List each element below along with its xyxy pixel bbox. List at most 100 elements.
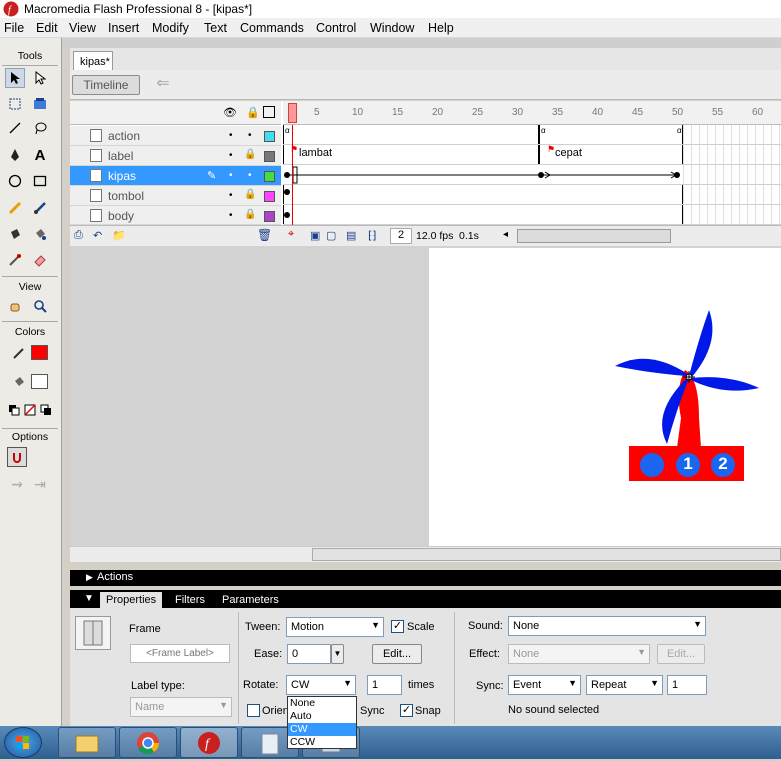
selection-tool-icon[interactable] (5, 68, 25, 88)
label-type-select[interactable]: Name ▼ (130, 697, 232, 717)
layer-color-swatch[interactable] (264, 131, 275, 142)
paint-bucket-tool-icon[interactable] (30, 224, 50, 244)
line-tool-icon[interactable] (5, 118, 25, 138)
button-label-2[interactable]: 2 (716, 454, 730, 474)
sound-select[interactable]: None ▼ (508, 616, 706, 636)
lock-dot[interactable]: • (248, 130, 252, 141)
tween-select[interactable]: Motion ▼ (286, 617, 384, 637)
menu-text[interactable]: Text (204, 21, 227, 35)
ease-slider-arrow-icon[interactable]: ▼ (331, 644, 344, 664)
lock-icon[interactable]: 🔒 (246, 106, 260, 119)
visibility-dot[interactable]: • (229, 190, 233, 201)
swap-colors-icon[interactable] (36, 400, 56, 420)
layer-color-swatch[interactable] (264, 211, 275, 222)
fill-color-swatch[interactable] (31, 374, 48, 389)
fill-transform-tool-icon[interactable] (30, 94, 50, 114)
layer-color-swatch[interactable] (264, 151, 275, 162)
visibility-dot[interactable]: • (229, 170, 233, 181)
stroke-color-swatch[interactable] (31, 345, 48, 360)
lock-icon[interactable]: 🔒 (244, 189, 256, 200)
eyedropper-tool-icon[interactable] (5, 250, 25, 270)
repeat-count-input[interactable]: 1 (667, 675, 707, 695)
menu-commands[interactable]: Commands (240, 21, 304, 35)
onion-outline-icon[interactable]: ▢ (326, 229, 336, 242)
actions-panel-bar[interactable]: ▶ Actions (70, 570, 781, 586)
rectangle-tool-icon[interactable] (30, 171, 50, 191)
menu-help[interactable]: Help (428, 21, 454, 35)
trash-icon[interactable]: 🗑 (257, 228, 272, 242)
add-motion-guide-icon[interactable]: ↶ (93, 229, 102, 242)
layer-action[interactable]: action • • (70, 126, 281, 146)
layer-label[interactable]: label • 🔒 (70, 146, 281, 166)
eye-icon[interactable]: 👁 (223, 106, 237, 119)
effect-select[interactable]: None ▼ (508, 644, 650, 664)
tab-properties[interactable]: Properties (100, 592, 163, 608)
menu-modify[interactable]: Modify (152, 21, 189, 35)
frame-label-input[interactable] (130, 644, 230, 663)
stage[interactable]: 1 2 (429, 248, 781, 546)
menu-edit[interactable]: Edit (36, 21, 58, 35)
outline-icon[interactable] (263, 106, 275, 118)
ease-edit-button[interactable]: Edit... (372, 644, 422, 664)
rotate-option-ccw[interactable]: CCW (288, 736, 356, 749)
stage-hscrollbar[interactable] (70, 546, 781, 562)
menu-insert[interactable]: Insert (108, 21, 139, 35)
onion-markers-icon[interactable]: ⁅⁆ (368, 229, 377, 242)
menu-window[interactable]: Window (370, 21, 414, 35)
subselection-tool-icon[interactable] (30, 68, 50, 88)
text-tool-icon[interactable]: A (30, 145, 50, 165)
sync-repeat-select[interactable]: Repeat ▼ (586, 675, 663, 695)
scroll-left-arrow-icon[interactable]: ◂ (503, 229, 508, 240)
ease-input[interactable]: 0 (287, 644, 331, 664)
pen-tool-icon[interactable] (5, 145, 25, 165)
lock-icon[interactable]: 🔒 (244, 209, 256, 220)
rotate-times-input[interactable]: 1 (367, 675, 402, 695)
menu-view[interactable]: View (69, 21, 96, 35)
scale-checkbox[interactable]: ✓ (391, 620, 404, 633)
layer-kipas[interactable]: kipas ✎ • • (70, 166, 281, 186)
ink-bottle-tool-icon[interactable] (5, 224, 25, 244)
document-tab-kipas[interactable]: kipas* (73, 51, 113, 70)
playhead-handle[interactable] (288, 103, 297, 123)
collapse-arrow-icon[interactable]: ▼ (84, 593, 94, 604)
button-label-1[interactable]: 1 (681, 454, 695, 474)
frame-ruler[interactable]: 5 10 15 20 25 30 35 40 45 50 55 60 (283, 101, 781, 125)
layer-color-swatch[interactable] (264, 171, 275, 182)
brush-tool-icon[interactable] (30, 198, 50, 218)
center-frame-icon[interactable]: ⌖ (288, 228, 294, 241)
timeline-hscroll-thumb[interactable] (517, 229, 671, 243)
start-button-icon[interactable] (4, 727, 42, 758)
orient-checkbox[interactable] (247, 704, 260, 717)
menu-control[interactable]: Control (316, 21, 356, 35)
visibility-dot[interactable]: • (229, 150, 233, 161)
sync-event-select[interactable]: Event ▼ (508, 675, 581, 695)
free-transform-tool-icon[interactable] (5, 94, 25, 114)
back-arrow-icon[interactable]: ⇐ (150, 76, 176, 94)
visibility-dot[interactable]: • (229, 210, 233, 221)
menu-file[interactable]: File (4, 21, 24, 35)
onion-skin-icon[interactable]: ▣ (310, 229, 320, 242)
chrome-taskbar-icon[interactable] (119, 727, 177, 758)
tab-filters[interactable]: Filters (169, 592, 211, 608)
explorer-taskbar-icon[interactable] (58, 727, 116, 758)
effect-edit-button[interactable]: Edit... (657, 644, 705, 664)
rotate-select[interactable]: CW ▼ (286, 675, 356, 695)
snap-magnet-icon[interactable] (7, 447, 27, 467)
lock-icon[interactable]: 🔒 (244, 149, 256, 160)
smooth-icon[interactable]: ⇝ (7, 474, 27, 494)
insert-layer-icon[interactable]: ⎙ (74, 229, 83, 242)
layer-color-swatch[interactable] (264, 191, 275, 202)
lock-dot[interactable]: • (248, 170, 252, 181)
zoom-tool-icon[interactable] (30, 296, 50, 316)
timeline-toggle-button[interactable]: Timeline (72, 75, 140, 95)
hand-tool-icon[interactable] (5, 296, 25, 316)
stage-hscroll-thumb[interactable] (312, 548, 781, 561)
rotate-option-auto[interactable]: Auto (288, 710, 356, 723)
flash-taskbar-icon[interactable]: f (180, 727, 238, 758)
layer-tombol[interactable]: tombol • 🔒 (70, 186, 281, 206)
rotate-option-none[interactable]: None (288, 697, 356, 710)
tab-parameters[interactable]: Parameters (216, 592, 285, 608)
snap-checkbox[interactable]: ✓ (400, 704, 413, 717)
rotate-option-cw[interactable]: CW (288, 723, 356, 736)
frame-grid[interactable]: α α α ⚑ lambat ⚑ cepat (283, 125, 781, 225)
